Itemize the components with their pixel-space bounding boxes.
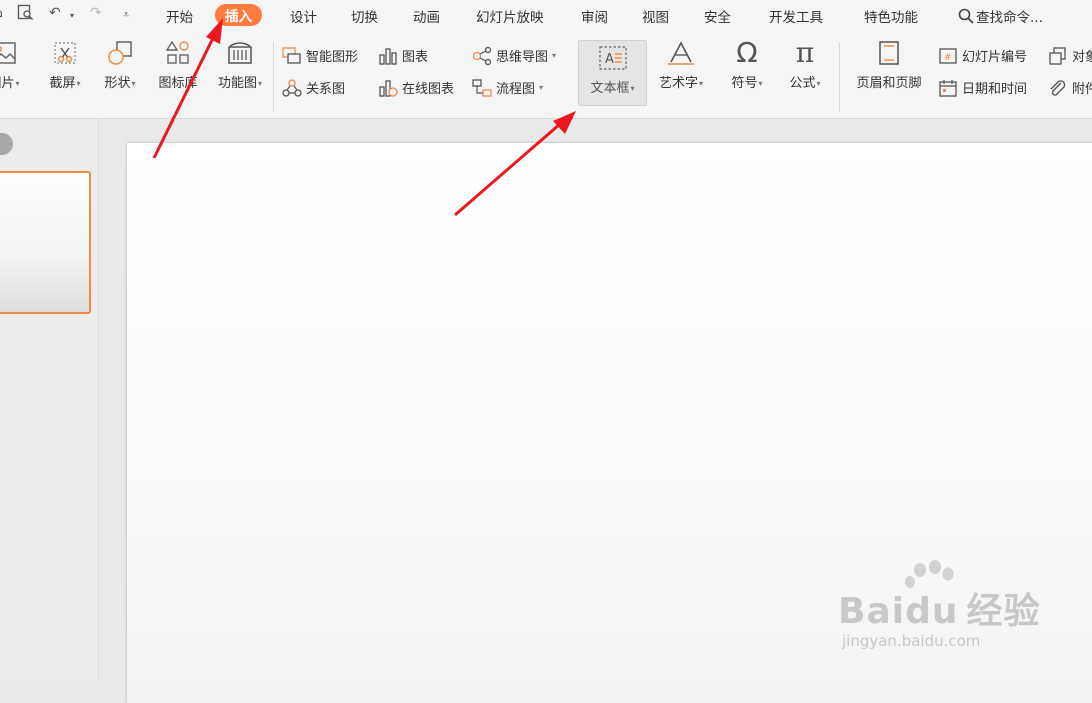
mind-map-icon bbox=[472, 46, 492, 65]
attachment-label: 附件 bbox=[1072, 82, 1092, 97]
tab-insert[interactable]: 插入 bbox=[215, 4, 262, 26]
object-label: 对象 bbox=[1072, 50, 1092, 65]
redo-icon[interactable]: ↷ bbox=[90, 5, 102, 21]
watermark-brand-cn: 经验 bbox=[966, 591, 1041, 632]
mind-map-button[interactable]: 思维导图 ▾ bbox=[472, 46, 556, 65]
slide-number-icon: # bbox=[939, 47, 957, 64]
icon-library-label: 图标库 bbox=[158, 76, 198, 91]
paperclip-icon bbox=[1050, 79, 1066, 96]
svg-text:#: # bbox=[944, 53, 952, 63]
picture-icon bbox=[0, 42, 16, 64]
screenshot-label: 截屏 bbox=[49, 76, 76, 91]
date-time-label: 日期和时间 bbox=[962, 82, 1028, 97]
tab-home[interactable]: 开始 bbox=[166, 6, 193, 26]
formula-label: 公式 bbox=[789, 76, 816, 91]
shapes-icon bbox=[108, 41, 132, 65]
object-button[interactable]: 对象 bbox=[1048, 46, 1092, 65]
function-chart-icon bbox=[228, 42, 252, 64]
watermark-url: jingyan.baidu.com bbox=[842, 632, 981, 650]
flowchart-icon bbox=[472, 78, 492, 97]
attachment-button[interactable]: 附件 bbox=[1048, 78, 1092, 97]
symbol-label: 符号 bbox=[731, 76, 758, 91]
separator bbox=[839, 42, 840, 112]
icon-library-icon bbox=[165, 40, 189, 64]
art-text-icon bbox=[668, 41, 694, 65]
date-time-button[interactable]: 日期和时间 bbox=[938, 78, 1027, 97]
smart-shape-icon bbox=[282, 46, 301, 64]
art-text-button[interactable]: 艺术字▾ bbox=[652, 40, 710, 91]
screenshot-button[interactable]: 截屏▾ bbox=[43, 40, 87, 91]
tab-special-features[interactable]: 特色功能 bbox=[864, 6, 918, 26]
search-icon bbox=[958, 8, 974, 24]
svg-text:A: A bbox=[605, 52, 614, 67]
online-chart-icon bbox=[379, 79, 398, 97]
slide-thumbnail[interactable] bbox=[0, 171, 91, 314]
customize-toolbar-icon[interactable]: ⩡ bbox=[123, 8, 129, 22]
omega-icon: Ω bbox=[736, 36, 758, 69]
symbol-button[interactable]: Ω 符号▾ bbox=[724, 36, 770, 92]
slide-number-button[interactable]: # 幻灯片编号 bbox=[938, 46, 1027, 65]
baidu-watermark: Baidu 经验 jingyan.baidu.com bbox=[838, 560, 1041, 650]
app-menu-icon[interactable]: ⌂ bbox=[0, 5, 3, 21]
undo-dropdown-icon[interactable]: ▾ bbox=[70, 11, 74, 20]
chart-icon bbox=[379, 47, 397, 65]
scissors-icon bbox=[54, 42, 76, 64]
art-text-label: 艺术字 bbox=[658, 76, 698, 91]
relation-chart-button[interactable]: 关系图 bbox=[282, 78, 345, 97]
shapes-button[interactable]: 形状▾ bbox=[98, 40, 142, 91]
relation-chart-label: 关系图 bbox=[306, 82, 346, 97]
header-footer-icon bbox=[879, 41, 899, 65]
formula-button[interactable]: π 公式▾ bbox=[782, 36, 828, 92]
textbox-label: 文本框 bbox=[590, 81, 630, 96]
textbox-button[interactable]: A 文本框▾ bbox=[578, 40, 647, 106]
flowchart-button[interactable]: 流程图 ▾ bbox=[472, 78, 543, 97]
tab-security[interactable]: 安全 bbox=[704, 6, 731, 26]
separator bbox=[273, 42, 274, 112]
online-chart-button[interactable]: 在线图表 bbox=[378, 78, 454, 97]
shapes-label: 形状 bbox=[104, 76, 131, 91]
insert-ribbon: 图片▾ 截屏▾ 形状▾ 图标库 功能图▾ 智能图形 关系图 图表 在线图表 bbox=[0, 32, 1092, 119]
chart-button[interactable]: 图表 bbox=[378, 46, 428, 65]
mind-map-label: 思维导图 bbox=[496, 50, 549, 65]
tab-animations[interactable]: 动画 bbox=[413, 6, 440, 26]
calendar-icon bbox=[939, 79, 957, 97]
smart-shape-label: 智能图形 bbox=[306, 50, 359, 65]
command-search[interactable]: 查找命令... bbox=[958, 6, 1043, 26]
paw-logo-icon bbox=[905, 560, 954, 588]
header-footer-label: 页眉和页脚 bbox=[856, 76, 922, 91]
tab-view[interactable]: 视图 bbox=[642, 6, 669, 26]
menu-bar: ⌂ ↶ ▾ ↷ ⩡ 开始 插入 设计 切换 动画 幻灯片放映 审阅 视图 安全 … bbox=[0, 0, 1092, 32]
slide-number-label: 幻灯片编号 bbox=[962, 50, 1028, 65]
object-icon bbox=[1049, 46, 1066, 65]
relation-chart-icon bbox=[282, 78, 302, 97]
tab-transitions[interactable]: 切换 bbox=[351, 6, 378, 26]
print-preview-icon[interactable] bbox=[17, 4, 34, 25]
textbox-icon: A bbox=[598, 46, 627, 70]
picture-button[interactable]: 图片▾ bbox=[0, 40, 26, 91]
tab-review[interactable]: 审阅 bbox=[581, 6, 608, 26]
smart-shape-button[interactable]: 智能图形 bbox=[282, 46, 358, 65]
tab-slideshow[interactable]: 幻灯片放映 bbox=[476, 6, 544, 26]
pi-icon: π bbox=[795, 36, 815, 69]
header-footer-button[interactable]: 页眉和页脚 bbox=[850, 40, 928, 91]
command-search-label: 查找命令... bbox=[976, 10, 1043, 26]
function-chart-button[interactable]: 功能图▾ bbox=[212, 40, 268, 91]
undo-icon[interactable]: ↶ bbox=[49, 5, 61, 21]
tab-developer[interactable]: 开发工具 bbox=[769, 6, 823, 26]
chart-label: 图表 bbox=[402, 50, 429, 65]
online-chart-label: 在线图表 bbox=[402, 82, 455, 97]
flowchart-label: 流程图 bbox=[496, 82, 536, 97]
function-chart-label: 功能图 bbox=[217, 76, 257, 91]
picture-label: 图片 bbox=[0, 76, 15, 91]
icon-library-button[interactable]: 图标库 bbox=[154, 40, 202, 91]
tab-design[interactable]: 设计 bbox=[290, 6, 317, 26]
